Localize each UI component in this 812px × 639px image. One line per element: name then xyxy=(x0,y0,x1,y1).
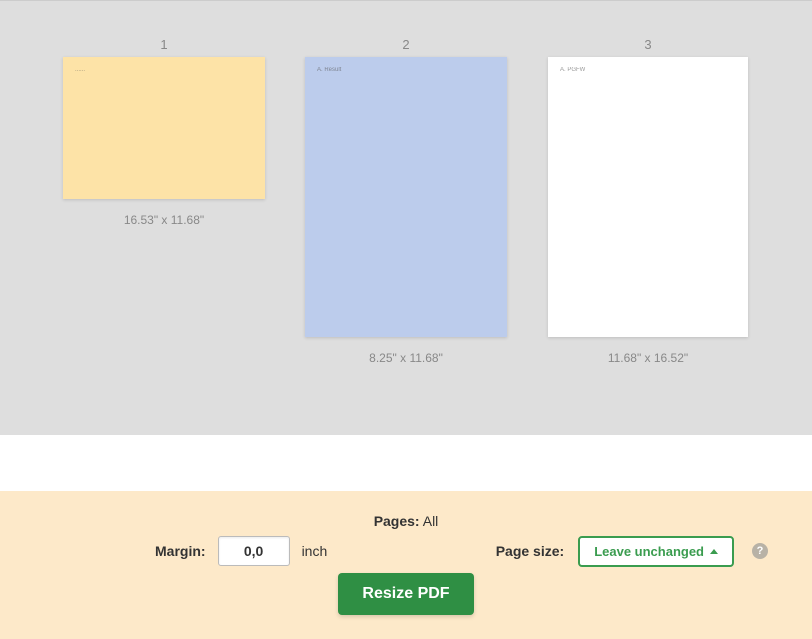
page-size-value: Leave unchanged xyxy=(594,544,704,559)
caret-up-icon xyxy=(710,549,718,554)
margin-group: Margin: inch xyxy=(155,536,327,566)
margin-input[interactable] xyxy=(218,536,290,566)
page-dimensions: 8.25" x 11.68" xyxy=(369,351,443,365)
page-col-3: 3 A. PGFW 11.68" x 16.52" xyxy=(547,57,749,435)
page-col-2: 2 A. Result 8.25" x 11.68" xyxy=(305,57,507,435)
help-icon[interactable]: ? xyxy=(752,543,768,559)
margin-unit: inch xyxy=(302,543,328,559)
pages-value: All xyxy=(423,513,439,529)
margin-label: Margin: xyxy=(155,543,206,559)
page-thumbnail-1[interactable]: ...... xyxy=(63,57,265,199)
page-number: 1 xyxy=(160,37,167,52)
resize-pdf-button[interactable]: Resize PDF xyxy=(338,573,473,615)
thumb-text: A. PGFW xyxy=(560,67,585,73)
thumb-text: A. Result xyxy=(317,67,341,73)
thumb-text: ...... xyxy=(75,67,85,73)
page-size-label: Page size: xyxy=(496,543,564,559)
pages-summary: Pages: All xyxy=(374,513,439,529)
page-dimensions: 11.68" x 16.52" xyxy=(608,351,688,365)
page-thumbnail-2[interactable]: A. Result xyxy=(305,57,507,337)
preview-area: 1 ...... 16.53" x 11.68" 2 A. Result 8.2… xyxy=(0,0,812,435)
page-number: 3 xyxy=(644,37,651,52)
page-number: 2 xyxy=(402,37,409,52)
page-thumbnail-3[interactable]: A. PGFW xyxy=(548,57,748,337)
page-size-group: Page size: Leave unchanged ? xyxy=(496,536,768,567)
pages-label: Pages: xyxy=(374,513,420,529)
controls-panel: Pages: All Margin: inch Page size: Leave… xyxy=(0,491,812,639)
gap-band xyxy=(0,435,812,491)
page-size-dropdown[interactable]: Leave unchanged xyxy=(578,536,734,567)
page-dimensions: 16.53" x 11.68" xyxy=(124,213,204,227)
page-col-1: 1 ...... 16.53" x 11.68" xyxy=(63,57,265,435)
